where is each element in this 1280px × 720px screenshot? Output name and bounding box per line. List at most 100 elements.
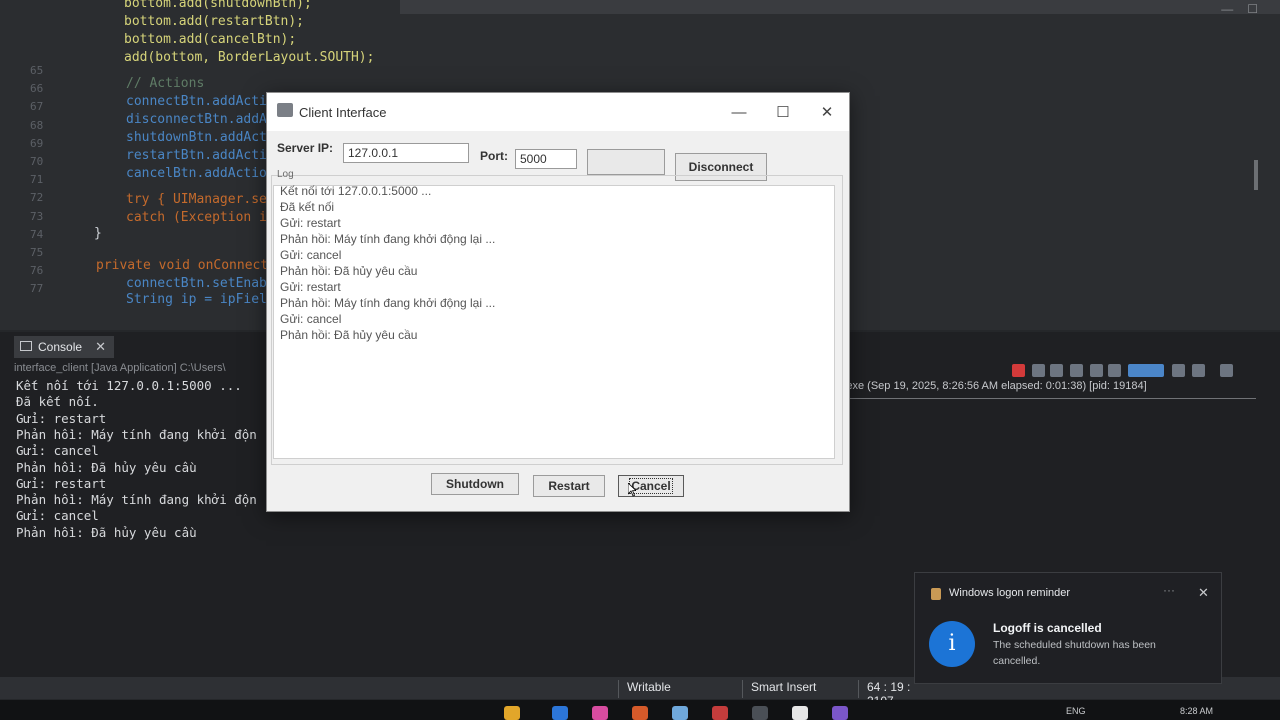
word-wrap-icon[interactable] [1090,364,1103,377]
taskbar: ENG 8:28 AM [0,700,1280,720]
code-line: bottom.add(shutdownBtn); [124,0,312,11]
console-toolbar [1010,362,1240,380]
console-line: Gửi: cancel [16,508,99,524]
code-line: add(bottom, BorderLayout.SOUTH); [124,50,375,65]
line-number: 71 [30,173,44,187]
clock[interactable]: 8:28 AM [1180,706,1213,716]
tab-console[interactable]: Console ✕ [14,336,114,358]
toast-body: The scheduled shutdown has been cancelle… [993,639,1156,667]
show-on-output-icon[interactable] [1108,364,1121,377]
action-buttons-row: Shutdown Restart Cancel [267,469,849,509]
console-line: Kết nối tới 127.0.0.1:5000 ... [16,378,242,393]
close-icon[interactable]: ✕ [95,339,106,355]
line-number: 65 [30,64,44,77]
editor-top-bar: —☐ [400,0,1280,16]
notification-toast[interactable]: Windows logon reminder ··· ✕ i Logoff is… [914,572,1222,684]
code-line: connectBtn.addActi [126,94,267,109]
divider [836,398,1256,399]
log-line: Kết nối tới 127.0.0.1:5000 ... [280,184,432,198]
line-number: 67 [30,100,44,114]
line-number: 69 [30,136,44,150]
port-field[interactable] [515,149,577,169]
logon-reminder-icon [931,588,941,600]
code-line: bottom.add(cancelBtn); [124,32,297,47]
line-number: 77 [30,282,44,296]
code-line: } [94,226,102,241]
log-line: Phản hồi: Đã hủy yêu cầu [280,264,418,278]
line-number: 76 [30,264,44,278]
connect-button[interactable] [587,149,665,175]
settings-icon[interactable] [752,706,768,720]
minimize-icon[interactable]: — [719,99,759,127]
line-number: 68 [30,118,44,132]
code-line: cancelBtn.addActio [126,166,267,181]
remove-launch-icon[interactable] [1032,364,1045,377]
editor-scrollbar[interactable] [1254,160,1258,190]
eclipse-icon[interactable] [832,706,848,720]
code-line: catch (Exception i [126,210,267,225]
office-icon[interactable] [632,706,648,720]
more-options-icon[interactable]: ··· [1163,583,1175,597]
log-line: Gửi: cancel [280,248,342,262]
console-line: Phản hồi: Đã hủy yêu cầu [16,459,197,475]
writable-status: Writable [618,680,740,698]
ide-window-controls[interactable]: —☐ [1221,2,1272,16]
toast-app-name: Windows logon reminder [949,587,1071,599]
console-icon [20,341,32,351]
line-number: 70 [30,155,44,168]
cancel-button-label: Cancel [629,478,673,494]
line-number-gutter: 65 66 67 68 69 70 71 72 73 74 75 76 77 [0,0,80,330]
store-icon[interactable] [672,706,688,720]
log-line: Gửi: restart [280,216,341,230]
console-line: Phản hồi: Máy tính đang khởi độn [16,492,257,508]
line-number: 66 [30,82,44,96]
code-line: bottom.add(restartBtn); [124,14,305,29]
maximize-icon[interactable]: ☐ [763,99,803,127]
close-icon[interactable]: ✕ [1198,585,1209,601]
shutdown-button[interactable]: Shutdown [431,473,519,495]
code-line: try { UIManager.se [126,192,267,207]
console-process-status: w.exe (Sep 19, 2025, 8:26:56 AM elapsed:… [836,380,1147,392]
remove-all-icon[interactable] [1050,364,1063,377]
port-label: Port: [480,149,508,163]
terminate-icon[interactable] [1012,364,1025,377]
open-console-icon[interactable] [1172,364,1185,377]
file-explorer-icon[interactable] [504,706,520,720]
log-text-area[interactable]: Kết nối tới 127.0.0.1:5000 ... Đã kết nối… [273,184,835,459]
info-icon: i [929,621,975,667]
language-indicator[interactable]: ENG [1066,706,1086,716]
code-line: String ip = ipFiel [126,292,267,307]
log-line: Phản hồi: Máy tính đang khởi động lại ..… [280,296,496,310]
scroll-lock-icon[interactable] [1070,364,1083,377]
close-window-icon[interactable]: ✕ [807,99,847,127]
client-interface-window: Client Interface — ☐ ✕ Server IP: Port: … [266,92,850,512]
line-number: 73 [30,209,44,223]
log-line: Phản hồi: Đã hủy yêu cầu [280,328,418,342]
line-number: 72 [30,191,44,205]
server-ip-field[interactable] [343,143,469,163]
line-number: 75 [30,246,44,259]
app-icon-2[interactable] [792,706,808,720]
git-icon[interactable] [712,706,728,720]
display-console-icon[interactable] [1192,364,1205,377]
app-icon[interactable] [592,706,608,720]
console-line: Gửi: restart [16,410,107,426]
window-title: Client Interface [299,105,387,120]
window-title-bar[interactable]: Client Interface — ☐ ✕ [267,93,849,131]
insert-mode-status: Smart Insert [742,680,856,698]
console-line: Phản hồi: Đã hủy yêu cầu [16,524,197,540]
console-launch-path: interface_client [Java Application] C:\U… [14,362,226,374]
connection-row: Server IP: Port: Disconnect [267,139,849,181]
console-line: Đã kết nối. [16,394,99,410]
pin-console-icon[interactable] [1128,364,1164,377]
edge-icon[interactable] [552,706,568,720]
console-line: Gửi: restart [16,475,107,491]
console-line: Phản hồi: Máy tính đang khởi độn [16,426,257,442]
code-line: // Actions [126,76,205,91]
minimize-view-icon[interactable] [1220,364,1233,377]
java-app-icon [277,103,293,117]
restart-button[interactable]: Restart [533,475,605,497]
mouse-cursor-icon [628,483,636,497]
code-line: disconnectBtn.addA [126,112,267,127]
log-title: Log [277,169,294,180]
